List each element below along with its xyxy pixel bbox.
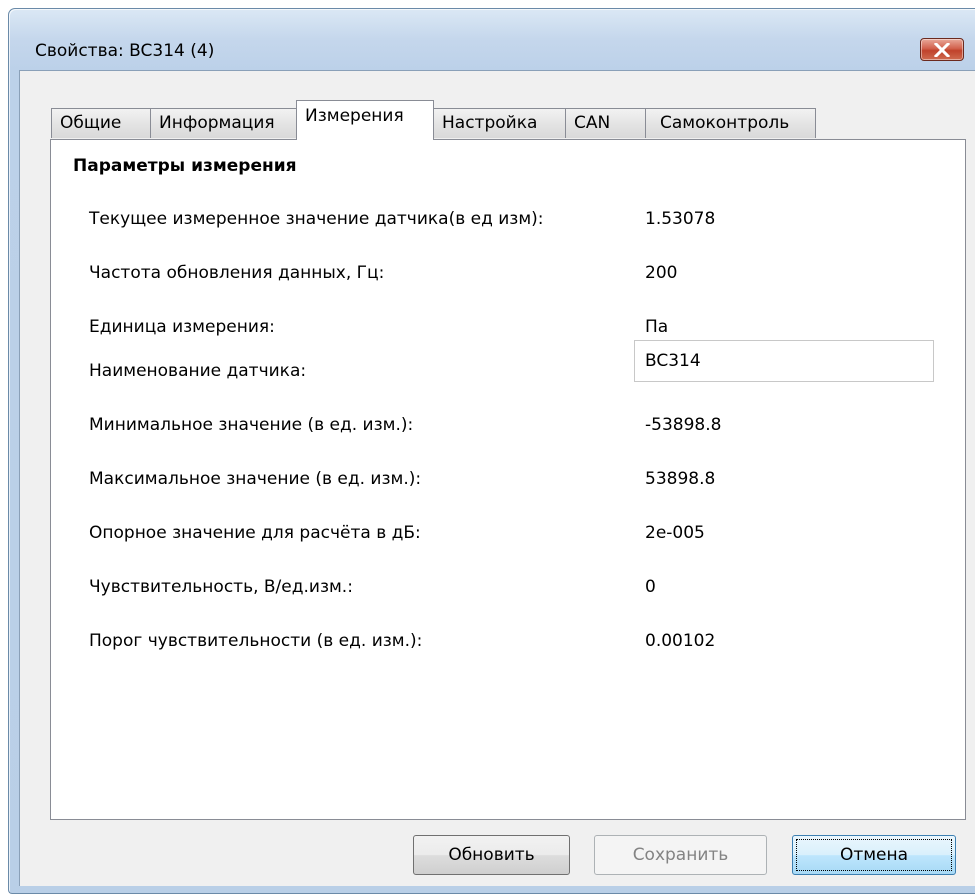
tab-general[interactable]: Общие (51, 108, 151, 138)
unit-label: Единица измерения: (89, 317, 275, 337)
save-button[interactable]: Сохранить (594, 835, 767, 875)
measurements-panel: Параметры измерения Текущее измеренное з… (50, 139, 966, 820)
min-value-label: Минимальное значение (в ед. изм.): (89, 415, 414, 435)
section-title: Параметры измерения (73, 156, 297, 176)
current-value-label: Текущее измеренное значение датчика(в ед… (89, 209, 544, 229)
update-rate-label: Частота обновления данных, Гц: (89, 263, 385, 283)
refresh-button[interactable]: Обновить (413, 835, 570, 875)
close-icon (934, 43, 950, 57)
max-value-label: Максимальное значение (в ед. изм.): (89, 469, 422, 489)
tab-self-control[interactable]: Самоконтроль (645, 108, 816, 138)
sensor-name-input[interactable] (634, 340, 934, 382)
title-bar[interactable]: Свойства: BC314 (4) (9, 9, 975, 67)
tab-settings[interactable]: Настройка (433, 108, 566, 138)
sensor-name-label: Наименование датчика: (89, 361, 307, 381)
min-value: -53898.8 (645, 415, 722, 435)
reference-db-label: Опорное значение для расчёта в дБ: (89, 523, 421, 543)
unit-value: Па (645, 317, 669, 337)
cancel-button-label: Отмена (839, 845, 909, 865)
tab-measurements[interactable]: Измерения (296, 100, 434, 140)
sensitivity-value: 0 (645, 577, 656, 597)
threshold-label: Порог чувствительности (в ед. изм.): (89, 631, 423, 651)
close-button[interactable] (920, 38, 964, 61)
threshold-value: 0.00102 (645, 631, 716, 651)
update-rate-value: 200 (645, 263, 678, 283)
dialog-client-area: Общие Информация Измерения Настройка CAN… (19, 70, 975, 886)
properties-dialog: Свойства: BC314 (4) Общие Информация Изм… (8, 8, 975, 894)
current-value: 1.53078 (645, 209, 716, 229)
cancel-button[interactable]: Отмена (792, 835, 956, 875)
window-title: Свойства: BC314 (4) (35, 41, 215, 61)
tab-strip: Общие Информация Измерения Настройка CAN… (20, 71, 975, 141)
tab-can[interactable]: CAN (565, 108, 646, 138)
max-value: 53898.8 (645, 469, 716, 489)
reference-db-value: 2e-005 (645, 523, 705, 543)
tab-information[interactable]: Информация (150, 108, 297, 138)
sensitivity-label: Чувствительность, В/ед.изм.: (89, 577, 353, 597)
